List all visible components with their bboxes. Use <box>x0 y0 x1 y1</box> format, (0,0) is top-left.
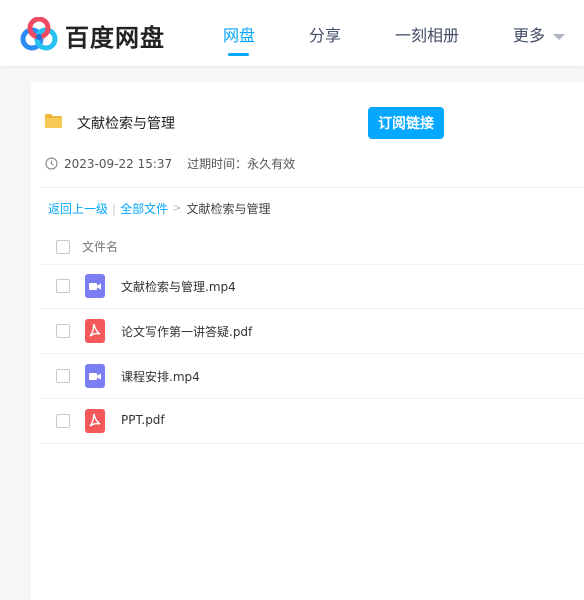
file-row[interactable]: PPT.pdf <box>40 399 584 444</box>
file-name[interactable]: PPT.pdf <box>121 413 165 427</box>
file-name[interactable]: 论文写作第一讲答疑.pdf <box>121 323 252 340</box>
chevron-down-icon <box>553 33 566 40</box>
baidu-netdisk-logo-icon <box>20 17 58 51</box>
expire-value: 永久有效 <box>247 157 296 171</box>
top-navbar: 百度网盘 网盘 分享 一刻相册 更多 <box>0 0 584 66</box>
share-title: 文献检索与管理 <box>77 116 175 132</box>
expire-label: 过期时间： <box>187 157 248 171</box>
video-file-icon <box>85 274 105 298</box>
pdf-file-icon <box>85 409 105 433</box>
pdf-file-icon <box>85 319 105 343</box>
nav-tab-album[interactable]: 一刻相册 <box>395 22 459 46</box>
breadcrumb: 返回上一级 | 全部文件 > 文献检索与管理 <box>48 200 270 217</box>
nav-tab-more[interactable]: 更多 <box>513 22 566 46</box>
file-row[interactable]: 文献检索与管理.mp4 <box>40 264 584 309</box>
brand-logo[interactable]: 百度网盘 <box>19 16 169 54</box>
divider <box>40 187 584 188</box>
folder-icon <box>45 114 62 128</box>
share-panel: 文献检索与管理 订阅链接 2023-09-22 15:37 过期时间： 永久有效… <box>31 82 584 600</box>
file-row[interactable]: 课程安排.mp4 <box>40 354 584 399</box>
column-header-filename: 文件名 <box>82 240 119 254</box>
clock-icon <box>45 157 58 170</box>
nav-tab-share[interactable]: 分享 <box>309 22 341 46</box>
active-tab-indicator <box>228 53 249 56</box>
created-time: 2023-09-22 15:37 <box>64 156 173 171</box>
file-row[interactable]: 论文写作第一讲答疑.pdf <box>40 309 584 354</box>
subscribe-link-button[interactable]: 订阅链接 <box>368 107 444 139</box>
file-row-checkbox[interactable] <box>56 279 70 293</box>
file-name[interactable]: 文献检索与管理.mp4 <box>121 278 236 295</box>
file-row-checkbox[interactable] <box>56 414 70 428</box>
nav-more-label: 更多 <box>513 26 546 45</box>
nav-tab-netdisk[interactable]: 网盘 <box>223 22 255 46</box>
brand-name: 百度网盘 <box>65 23 165 52</box>
file-row-checkbox[interactable] <box>56 324 70 338</box>
breadcrumb-arrow: > <box>173 203 182 214</box>
breadcrumb-back-link[interactable]: 返回上一级 <box>48 200 108 217</box>
breadcrumb-all-files-link[interactable]: 全部文件 <box>120 200 168 217</box>
select-all-checkbox[interactable] <box>56 240 70 254</box>
file-name[interactable]: 课程安排.mp4 <box>121 368 200 385</box>
breadcrumb-current: 文献检索与管理 <box>186 202 271 216</box>
video-file-icon <box>85 364 105 388</box>
breadcrumb-separator: | <box>112 201 117 216</box>
file-row-checkbox[interactable] <box>56 369 70 383</box>
share-meta: 2023-09-22 15:37 过期时间： 永久有效 <box>45 155 295 172</box>
